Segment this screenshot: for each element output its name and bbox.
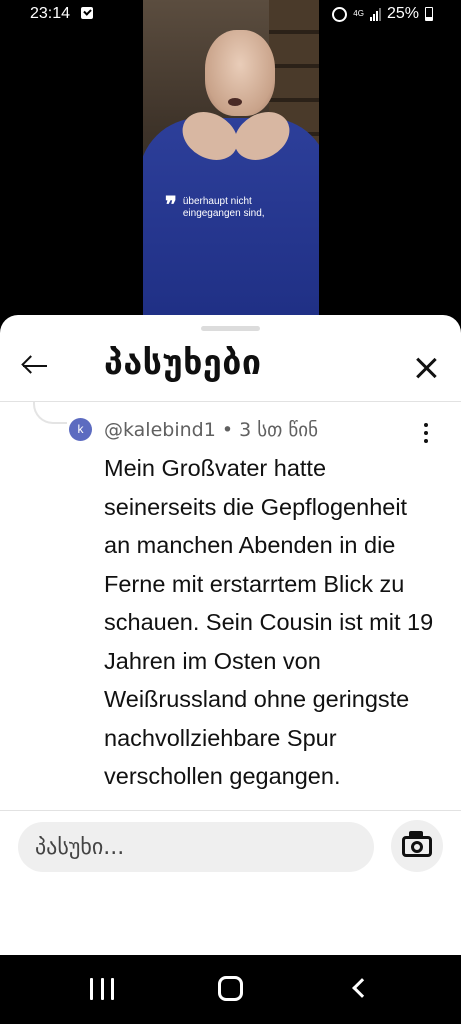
reply-input[interactable] [18, 822, 374, 872]
signal-icon [369, 7, 381, 21]
recents-button[interactable] [90, 978, 114, 1000]
network-label: 4G [353, 9, 364, 18]
reply-composer [0, 810, 461, 955]
meta-separator: • [221, 419, 234, 441]
status-icons: 4G 25% [332, 5, 433, 23]
video-person-hands [181, 108, 291, 168]
video-person-mouth [228, 98, 242, 106]
subtitle-line-2: eingegangen sind, [182, 208, 265, 219]
drag-handle[interactable] [201, 326, 260, 331]
comment-time: 3 სთ წინ [239, 419, 319, 441]
header-divider [0, 401, 461, 402]
battery-icon [425, 7, 433, 21]
replies-sheet: პასუხები k @kalebind1 • 3 სთ წინ Mein Gr… [0, 315, 461, 955]
more-vertical-icon [424, 423, 428, 427]
thread-connector [33, 402, 67, 424]
sheet-title: პასუხები [104, 343, 262, 383]
quote-icon: ❞ [165, 192, 177, 217]
back-button[interactable] [18, 351, 54, 381]
camera-button[interactable] [391, 820, 443, 872]
navigation-bar [0, 955, 461, 1024]
home-button[interactable] [218, 976, 243, 1001]
comment-author[interactable]: @kalebind1 [104, 419, 216, 441]
video-player[interactable]: ❞ überhaupt nicht eingegangen sind, [143, 0, 319, 320]
check-notification-icon [81, 7, 93, 19]
avatar[interactable]: k [69, 418, 92, 441]
comment-meta: @kalebind1 • 3 სთ წინ [104, 419, 318, 441]
alarm-icon [332, 6, 348, 22]
subtitle-line-1: überhaupt nicht [182, 196, 252, 207]
video-subtitle: ❞ überhaupt nicht eingegangen sind, [165, 192, 265, 220]
nav-back-button[interactable] [352, 978, 372, 998]
close-button[interactable] [410, 352, 442, 384]
status-time: 23:14 [30, 5, 71, 22]
more-options-button[interactable] [416, 421, 436, 445]
battery-percent: 25% [386, 5, 419, 22]
comment-text: Mein Großvater hatte seinerseits die Gep… [104, 455, 434, 789]
